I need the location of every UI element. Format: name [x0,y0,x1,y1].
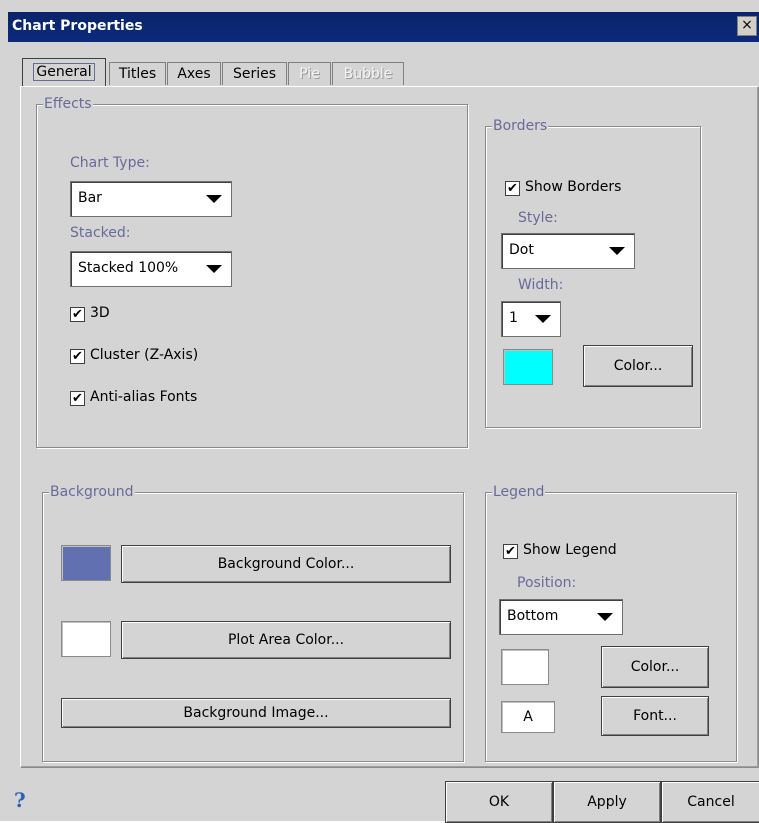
chevron-down-icon [206,265,222,273]
chevron-down-icon [535,315,551,323]
background-image-button[interactable]: Background Image... [61,698,451,728]
chart-type-value: Bar [78,190,102,206]
ok-button[interactable]: OK [445,781,553,823]
check-icon: ✔ [505,181,520,196]
legend-color-swatch [501,649,549,685]
window-title: Chart Properties [12,18,143,34]
tab-axes[interactable]: Axes [167,62,221,85]
legend-position-label: Position: [517,575,577,591]
cancel-button[interactable]: Cancel [661,781,759,823]
stacked-label: Stacked: [70,225,131,241]
general-tab-panel: Effects Chart Type: Bar Stacked: Stacked… [20,86,759,768]
border-color-button[interactable]: Color... [583,345,693,387]
border-width-select[interactable]: 1 [501,301,561,337]
stacked-select[interactable]: Stacked 100% [70,251,232,287]
border-style-select[interactable]: Dot [501,233,635,269]
tab-general[interactable]: General [22,58,106,86]
border-width-label: Width: [518,277,564,293]
borders-group: Borders ✔ Show Borders Style: Dot Width:… [485,117,701,428]
border-style-value: Dot [509,242,534,258]
plot-area-color-button[interactable]: Plot Area Color... [121,621,451,659]
background-color-button[interactable]: Background Color... [121,545,451,583]
effects-legend: Effects [43,95,93,113]
apply-button[interactable]: Apply [553,781,661,823]
background-color-swatch [61,545,111,581]
chevron-down-icon [609,247,625,255]
title-bar[interactable]: Chart Properties × [8,12,759,42]
background-group: Background Background Color... Plot Area… [42,483,464,762]
tab-pie: Pie [288,62,331,85]
tab-bubble: Bubble [332,62,404,85]
chart-type-select[interactable]: Bar [70,181,232,217]
help-icon[interactable]: ? [14,788,26,812]
chart-properties-dialog: Chart Properties × General Titles Axes S… [0,0,759,823]
legend-group: Legend ✔ Show Legend Position: Bottom Co… [485,483,737,762]
show-legend-label: Show Legend [523,542,617,558]
stacked-value: Stacked 100% [78,260,179,276]
border-width-value: 1 [509,310,518,326]
borders-legend: Borders [492,117,549,135]
chevron-down-icon [206,195,222,203]
dialog-client: General Titles Axes Series Pie Bubble Ef… [8,42,759,823]
border-style-label: Style: [518,210,558,226]
3d-label: 3D [90,305,110,321]
close-icon[interactable]: × [737,16,757,36]
check-icon: ✔ [503,544,518,559]
tab-series[interactable]: Series [222,62,287,85]
legend-position-select[interactable]: Bottom [499,599,623,635]
tab-titles[interactable]: Titles [109,62,166,85]
legend-color-button[interactable]: Color... [601,646,709,688]
legend-legend: Legend [492,483,546,501]
plot-area-color-swatch [61,621,111,657]
check-icon: ✔ [70,391,85,406]
legend-font-button[interactable]: Font... [601,696,709,736]
chart-type-label: Chart Type: [70,155,150,171]
legend-position-value: Bottom [507,608,559,624]
background-legend: Background [49,483,135,501]
antialias-label: Anti-alias Fonts [90,389,198,405]
show-borders-label: Show Borders [525,179,622,195]
legend-font-preview: A [501,701,555,733]
check-icon: ✔ [70,349,85,364]
check-icon: ✔ [70,307,85,322]
border-color-swatch [503,349,553,385]
effects-group: Effects Chart Type: Bar Stacked: Stacked… [36,95,468,448]
cluster-label: Cluster (Z-Axis) [90,347,199,363]
chevron-down-icon [597,613,613,621]
